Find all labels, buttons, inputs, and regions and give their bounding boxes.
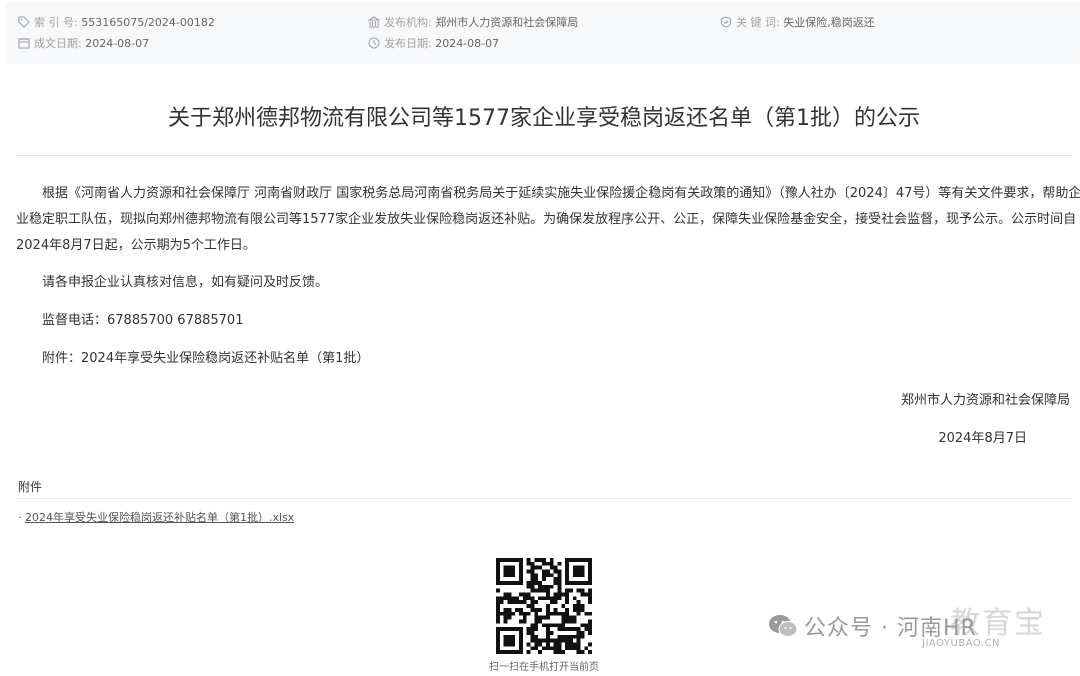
tag-icon: [18, 16, 30, 28]
title-divider: [16, 155, 1072, 156]
meta-org-label: 发布机构:: [384, 16, 432, 29]
attachment-file-link[interactable]: 2024年享受失业保险稳岗返还补贴名单（第1批）.xlsx: [25, 511, 294, 524]
attachment-bullet: ·: [18, 511, 22, 524]
meta-keyword-value: 失业保险,稳岗返还: [783, 16, 875, 29]
meta-index: 索 引 号: 553165075/2024-00182: [18, 14, 215, 30]
meta-index-value: 553165075/2024-00182: [81, 15, 215, 29]
body-paragraph-2: 请各申报企业认真核对信息，如有疑问及时反馈。: [42, 275, 329, 290]
calendar-icon: [18, 38, 30, 49]
meta-created-label: 成文日期:: [34, 37, 82, 50]
clock-icon: [368, 37, 380, 49]
attachments-divider: [16, 498, 1072, 499]
meta-published-label: 发布日期:: [384, 37, 432, 50]
attachment-note: 附件：2024年享受失业保险稳岗返还补贴名单（第1批）: [42, 351, 370, 366]
qr-caption: 扫一扫在手机打开当前页: [489, 662, 599, 673]
meta-org: 发布机构: 郑州市人力资源和社会保障局: [368, 14, 578, 30]
meta-created: 成文日期: 2024-08-07: [18, 35, 149, 51]
meta-created-value: 2024-08-07: [85, 36, 150, 50]
wechat-icon: [769, 615, 798, 637]
signature-org: 郑州市人力资源和社会保障局: [900, 393, 1070, 408]
body-paragraph-1-line-3: 2024年8月7日起，公示期为5个工作日。: [16, 238, 256, 253]
body-paragraph-1-line-1: 根据《河南省人力资源和社会保障厅 河南省财政厅 国家税务总局河南省税务局关于延续…: [42, 186, 1080, 201]
attachments-heading: 附件: [18, 480, 43, 494]
qr-code: [496, 558, 592, 654]
meta-org-value: 郑州市人力资源和社会保障局: [435, 16, 579, 29]
body-paragraph-1-line-2: 业稳定职工队伍，现拟向郑州德邦物流有限公司等1577家企业发放失业保险稳岗返还补…: [16, 212, 1077, 227]
signature-date: 2024年8月7日: [938, 431, 1027, 446]
meta-keyword-label: 关 键 词:: [736, 16, 780, 29]
supervision-phone: 监督电话：67885700 67885701: [42, 313, 244, 328]
meta-published-value: 2024-08-07: [435, 36, 500, 50]
metadata-panel: 索 引 号: 553165075/2024-00182 成文日期: 2024-0…: [6, 2, 1080, 64]
meta-keyword: 关 键 词: 失业保险,稳岗返还: [720, 14, 875, 30]
watermark-url: JIAOYUBAO.CN: [922, 638, 1000, 649]
meta-index-label: 索 引 号:: [34, 16, 78, 29]
shield-check-icon: [720, 16, 732, 28]
attachment-item: · 2024年享受失业保险稳岗返还补贴名单（第1批）.xlsx: [18, 509, 294, 525]
meta-published: 发布日期: 2024-08-07: [368, 35, 499, 51]
page-title: 关于郑州德邦物流有限公司等1577家企业享受稳岗返还名单（第1批）的公示: [168, 106, 920, 131]
building-icon: [368, 16, 380, 28]
